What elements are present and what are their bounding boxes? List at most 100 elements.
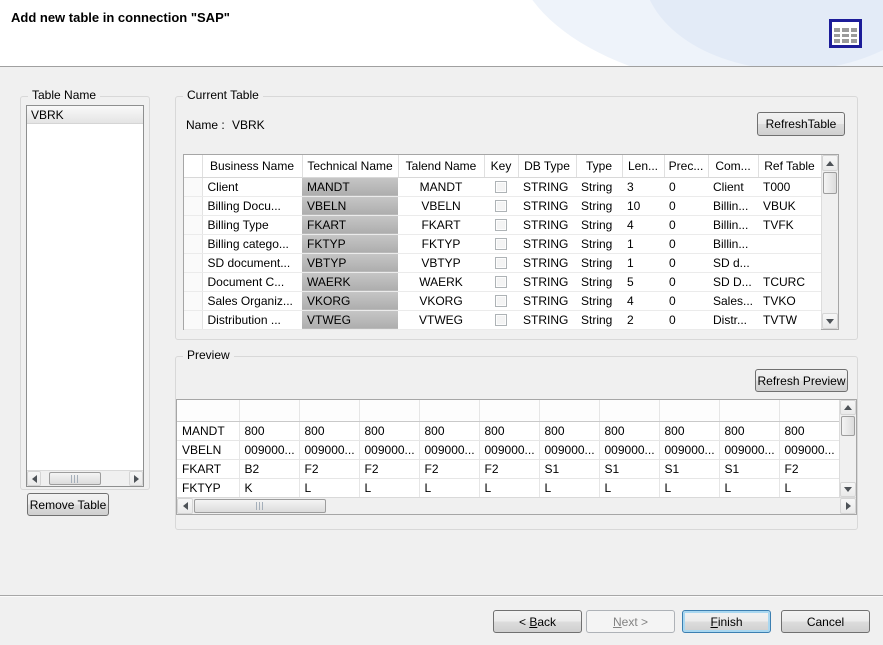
cell-ref-table[interactable]: TVFK [758, 215, 821, 234]
row-selector[interactable] [184, 253, 202, 272]
scroll-thumb[interactable] [841, 416, 855, 436]
cell-talend-name[interactable]: VKORG [398, 291, 484, 310]
current-table-vscrollbar[interactable] [821, 155, 838, 329]
cancel-button[interactable]: Cancel [781, 610, 870, 633]
scroll-thumb[interactable] [194, 499, 326, 513]
next-button[interactable]: Next > [586, 610, 675, 633]
cell-db-type[interactable]: STRING [518, 310, 576, 329]
table-row[interactable]: SD document... VBTYP VBTYP STRING String… [184, 253, 821, 272]
cell-business-name[interactable]: Billing Docu... [202, 196, 302, 215]
cell-business-name[interactable]: Billing catego... [202, 234, 302, 253]
cell-talend-name[interactable]: VBTYP [398, 253, 484, 272]
scroll-left-button[interactable] [27, 471, 41, 486]
cell-business-name[interactable]: Distribution ... [202, 310, 302, 329]
scroll-right-button[interactable] [840, 498, 856, 514]
cell-technical-name[interactable]: WAERK [302, 272, 398, 291]
row-selector[interactable] [184, 215, 202, 234]
cell-db-type[interactable]: STRING [518, 196, 576, 215]
key-checkbox[interactable] [495, 238, 507, 250]
back-button[interactable]: < Back [493, 610, 582, 633]
cell-business-name[interactable]: Billing Type [202, 215, 302, 234]
cell-ref-table[interactable]: TVKO [758, 291, 821, 310]
cell-comment[interactable]: SD d... [708, 253, 758, 272]
cell-len[interactable]: 3 [622, 177, 664, 196]
cell-type[interactable]: String [576, 196, 622, 215]
cell-comment[interactable]: Distr... [708, 310, 758, 329]
cell-db-type[interactable]: STRING [518, 234, 576, 253]
cell-comment[interactable]: Sales... [708, 291, 758, 310]
cell-type[interactable]: String [576, 215, 622, 234]
cell-prec[interactable]: 0 [664, 291, 708, 310]
row-selector[interactable] [184, 310, 202, 329]
row-selector[interactable] [184, 196, 202, 215]
cell-type[interactable]: String [576, 177, 622, 196]
table-row[interactable]: Billing catego... FKTYP FKTYP STRING Str… [184, 234, 821, 253]
cell-prec[interactable]: 0 [664, 177, 708, 196]
cell-type[interactable]: String [576, 253, 622, 272]
cell-type[interactable]: String [576, 291, 622, 310]
cell-technical-name[interactable]: MANDT [302, 177, 398, 196]
table-row[interactable]: Distribution ... VTWEG VTWEG STRING Stri… [184, 310, 821, 329]
cell-db-type[interactable]: STRING [518, 215, 576, 234]
cell-ref-table[interactable] [758, 253, 821, 272]
scroll-up-button[interactable] [822, 155, 838, 171]
scroll-up-button[interactable] [840, 400, 856, 415]
list-item-vbrk[interactable]: VBRK [27, 106, 143, 124]
cell-technical-name[interactable]: FKART [302, 215, 398, 234]
scroll-right-button[interactable] [129, 471, 143, 486]
cell-talend-name[interactable]: FKTYP [398, 234, 484, 253]
cell-technical-name[interactable]: VBELN [302, 196, 398, 215]
cell-prec[interactable]: 0 [664, 196, 708, 215]
cell-ref-table[interactable] [758, 234, 821, 253]
table-row[interactable]: Billing Type FKART FKART STRING String 4… [184, 215, 821, 234]
cell-talend-name[interactable]: VBELN [398, 196, 484, 215]
key-checkbox[interactable] [495, 295, 507, 307]
cell-len[interactable]: 5 [622, 272, 664, 291]
refresh-preview-button[interactable]: Refresh Preview [755, 369, 848, 392]
cell-prec[interactable]: 0 [664, 234, 708, 253]
cell-ref-table[interactable]: T000 [758, 177, 821, 196]
finish-button[interactable]: Finish [682, 610, 771, 633]
cell-ref-table[interactable]: TVTW [758, 310, 821, 329]
cell-db-type[interactable]: STRING [518, 272, 576, 291]
cell-prec[interactable]: 0 [664, 310, 708, 329]
cell-prec[interactable]: 0 [664, 253, 708, 272]
cell-talend-name[interactable]: VTWEG [398, 310, 484, 329]
cell-len[interactable]: 1 [622, 234, 664, 253]
cell-db-type[interactable]: STRING [518, 177, 576, 196]
row-selector[interactable] [184, 234, 202, 253]
table-row[interactable]: Sales Organiz... VKORG VKORG STRING Stri… [184, 291, 821, 310]
key-checkbox[interactable] [495, 276, 507, 288]
scroll-down-button[interactable] [822, 313, 838, 329]
cell-business-name[interactable]: SD document... [202, 253, 302, 272]
row-selector[interactable] [184, 272, 202, 291]
table-row[interactable]: Client MANDT MANDT STRING String 3 0 Cli… [184, 177, 821, 196]
cell-comment[interactable]: SD D... [708, 272, 758, 291]
cell-prec[interactable]: 0 [664, 272, 708, 291]
cell-ref-table[interactable]: TCURC [758, 272, 821, 291]
row-selector[interactable] [184, 291, 202, 310]
key-checkbox[interactable] [495, 219, 507, 231]
key-checkbox[interactable] [495, 181, 507, 193]
cell-talend-name[interactable]: WAERK [398, 272, 484, 291]
preview-vscrollbar[interactable] [839, 400, 856, 497]
cell-type[interactable]: String [576, 272, 622, 291]
cell-talend-name[interactable]: MANDT [398, 177, 484, 196]
cell-len[interactable]: 4 [622, 291, 664, 310]
key-checkbox[interactable] [495, 257, 507, 269]
cell-db-type[interactable]: STRING [518, 253, 576, 272]
cell-len[interactable]: 2 [622, 310, 664, 329]
cell-technical-name[interactable]: VBTYP [302, 253, 398, 272]
table-row[interactable]: Billing Docu... VBELN VBELN STRING Strin… [184, 196, 821, 215]
cell-db-type[interactable]: STRING [518, 291, 576, 310]
cell-business-name[interactable]: Sales Organiz... [202, 291, 302, 310]
scroll-left-button[interactable] [177, 498, 193, 514]
cell-comment[interactable]: Billin... [708, 215, 758, 234]
scroll-thumb[interactable] [49, 472, 101, 485]
cell-comment[interactable]: Billin... [708, 196, 758, 215]
cell-technical-name[interactable]: VTWEG [302, 310, 398, 329]
cell-technical-name[interactable]: FKTYP [302, 234, 398, 253]
key-checkbox[interactable] [495, 314, 507, 326]
cell-technical-name[interactable]: VKORG [302, 291, 398, 310]
cell-len[interactable]: 4 [622, 215, 664, 234]
